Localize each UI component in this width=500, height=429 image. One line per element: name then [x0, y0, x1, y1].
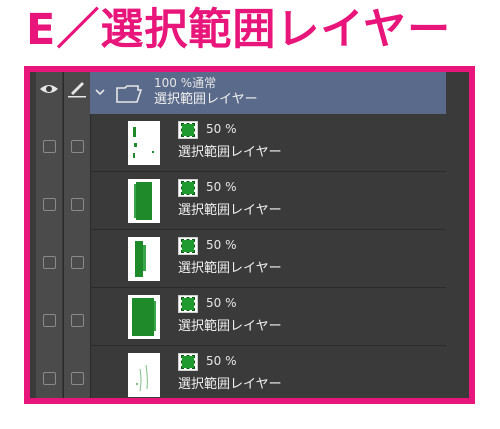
visibility-column — [36, 72, 62, 398]
chevron-down-icon[interactable] — [94, 86, 106, 98]
visibility-checkbox[interactable] — [43, 314, 56, 327]
eye-icon[interactable] — [38, 78, 60, 100]
layer-row[interactable]: 50 % 選択範囲レイヤー — [90, 347, 446, 398]
layer-opacity: 50 % — [206, 296, 237, 310]
layer-panel-frame: 100 %通常 選択範囲レイヤー 50 % 選択範囲レイヤー 50 % 選択範囲… — [24, 66, 475, 404]
selection-layer-icon — [178, 121, 198, 139]
visibility-checkbox[interactable] — [43, 256, 56, 269]
selection-layer-icon — [178, 295, 198, 313]
lock-column — [64, 72, 90, 398]
layer-thumbnail — [128, 179, 160, 223]
folder-name: 選択範囲レイヤー — [154, 92, 258, 107]
layer-row[interactable]: 50 % 選択範囲レイヤー — [90, 289, 446, 346]
layer-name: 選択範囲レイヤー — [178, 319, 282, 334]
layer-folder-row[interactable]: 100 %通常 選択範囲レイヤー — [90, 72, 446, 114]
layer-thumbnail — [128, 353, 160, 397]
layer-name: 選択範囲レイヤー — [178, 261, 282, 276]
layer-name: 選択範囲レイヤー — [178, 145, 282, 160]
page-title: E／選択範囲レイヤー — [26, 5, 452, 55]
lock-checkbox[interactable] — [71, 314, 84, 327]
lock-checkbox[interactable] — [71, 256, 84, 269]
layer-opacity: 50 % — [206, 122, 237, 136]
layer-opacity: 50 % — [206, 180, 237, 194]
selection-layer-icon — [178, 353, 198, 371]
layer-name: 選択範囲レイヤー — [178, 203, 282, 218]
scrollbar[interactable] — [448, 72, 469, 398]
lock-checkbox[interactable] — [71, 140, 84, 153]
layer-opacity: 50 % — [206, 354, 237, 368]
layer-row[interactable]: 50 % 選択範囲レイヤー — [90, 231, 446, 288]
pen-icon[interactable] — [66, 78, 88, 100]
visibility-checkbox[interactable] — [43, 198, 56, 211]
folder-blend-mode: 100 %通常 — [154, 76, 217, 90]
layer-row[interactable]: 50 % 選択範囲レイヤー — [90, 115, 446, 172]
lock-checkbox[interactable] — [71, 372, 84, 385]
layer-row[interactable]: 50 % 選択範囲レイヤー — [90, 173, 446, 230]
layer-thumbnail — [128, 295, 160, 339]
layer-opacity: 50 % — [206, 238, 237, 252]
layer-name: 選択範囲レイヤー — [178, 377, 282, 392]
folder-icon — [116, 85, 142, 103]
layer-thumbnail — [128, 237, 160, 281]
lock-checkbox[interactable] — [71, 198, 84, 211]
visibility-checkbox[interactable] — [43, 372, 56, 385]
column-divider — [63, 72, 64, 398]
layer-panel: 100 %通常 選択範囲レイヤー 50 % 選択範囲レイヤー 50 % 選択範囲… — [30, 72, 469, 398]
selection-layer-icon — [178, 237, 198, 255]
layer-thumbnail — [128, 121, 160, 165]
visibility-checkbox[interactable] — [43, 140, 56, 153]
selection-layer-icon — [178, 179, 198, 197]
